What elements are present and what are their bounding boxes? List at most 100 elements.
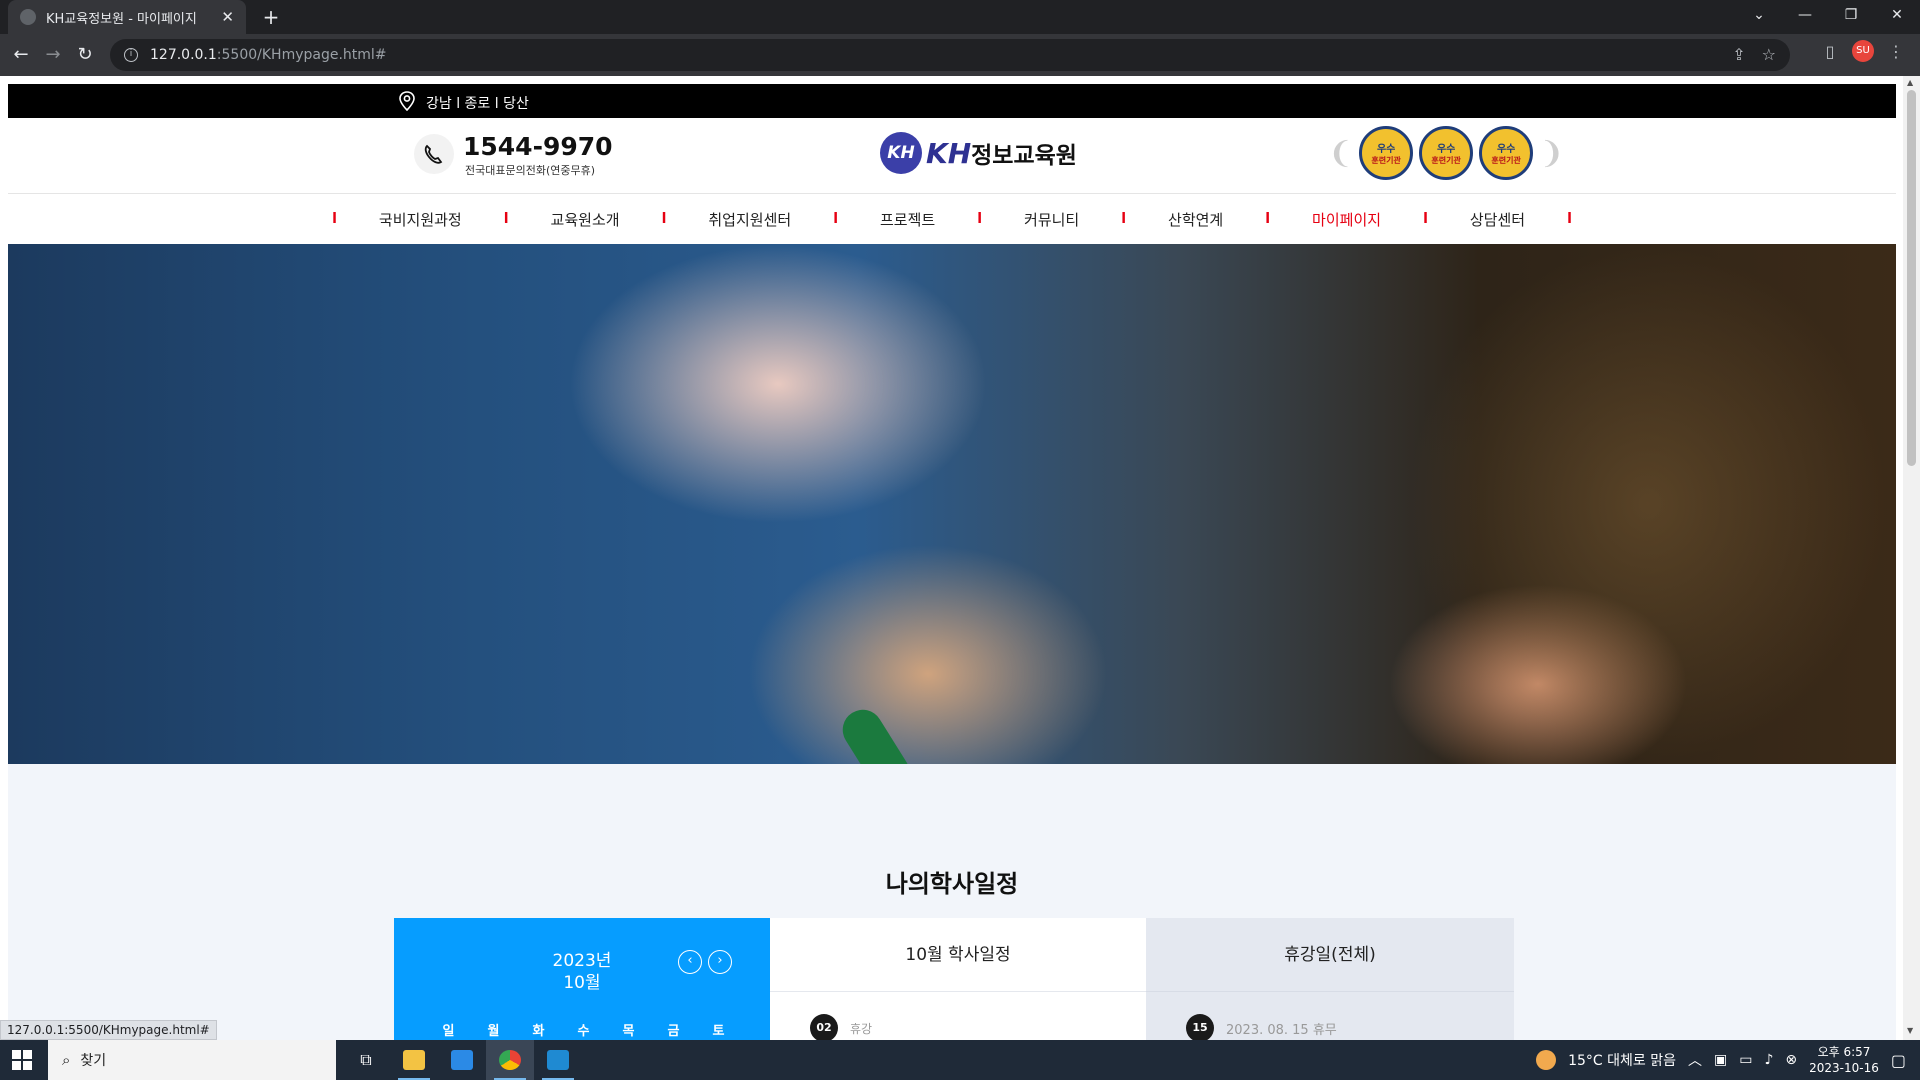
calendar-prev-icon[interactable]: ‹ (678, 950, 702, 974)
calendar-weekdays: 일 월 화 수 목 금 토 (426, 1020, 741, 1039)
weather-text[interactable]: 15°C 대체로 맑음 (1568, 1050, 1676, 1070)
nav-separator: l (1567, 211, 1572, 227)
file-explorer-button[interactable] (390, 1040, 438, 1080)
close-window-button[interactable]: ✕ (1874, 0, 1920, 34)
meet-now-icon[interactable]: ▣ (1714, 1052, 1727, 1068)
browser-tab-strip: KH교육정보원 - 마이페이지 ✕ + ⌄ — ❐ ✕ (0, 0, 1920, 34)
weather-moon-icon[interactable] (1536, 1050, 1557, 1070)
hero-shape (568, 244, 988, 524)
site-info-icon[interactable]: i (124, 48, 138, 62)
menu-kebab-icon[interactable]: ⋮ (1886, 42, 1906, 61)
start-tile (23, 1050, 32, 1059)
restore-button[interactable]: ❐ (1828, 0, 1874, 34)
academic-schedule-panel: 10월 학사일정 02 휴강 (770, 918, 1146, 1040)
vpn-off-icon[interactable]: ⊗ (1785, 1052, 1797, 1068)
volume-icon[interactable]: ♪ (1764, 1052, 1773, 1068)
clock-date: 2023-10-16 (1809, 1061, 1879, 1075)
badge-label: 우수 (1376, 144, 1396, 155)
holiday-panel: 휴강일(전체) 15 2023. 08. 15 휴무 (1146, 918, 1514, 1040)
award-badge: 우수 훈련기관 (1479, 126, 1534, 180)
nav-item-national-courses[interactable]: 국비지원과정 (337, 209, 504, 230)
nav-item-consulting[interactable]: 상담센터 (1428, 209, 1567, 230)
windows-start-icon[interactable] (12, 1050, 32, 1070)
campus-locations[interactable]: 강남 l 종로 l 당산 (426, 93, 529, 113)
holiday-day-badge: 15 (1186, 1014, 1214, 1040)
clock-time: 오후 6:57 (1817, 1045, 1871, 1059)
phone-subtitle: 전국대표문의전화(연중무휴) (465, 164, 596, 177)
address-bar[interactable]: i 127.0.0.1:5500/KHmypage.html# ⇪ ☆ (110, 39, 1790, 71)
schedule-day-badge: 02 (810, 1014, 838, 1040)
vscode-icon (547, 1050, 569, 1070)
site-logo[interactable]: KH KH 정보교육원 (880, 132, 1077, 174)
weekday-label: 일 (442, 1024, 455, 1039)
task-view-button[interactable]: ⧉ (342, 1040, 390, 1080)
windows-taskbar: ⌕ 찾기 ⧉ 15°C 대체로 맑음 ︿ ▣ ▭ ♪ ⊗ 오후 6:57 202… (0, 1040, 1920, 1080)
url-text[interactable]: 127.0.0.1:5500/KHmypage.html# (150, 47, 387, 63)
vscode-button[interactable] (534, 1040, 582, 1080)
search-icon: ⌕ (62, 1051, 71, 1069)
logo-name-text: 정보교육원 (971, 143, 1077, 169)
badge-sublabel: 훈련기관 (1431, 156, 1461, 165)
tab-close-icon[interactable]: ✕ (221, 8, 234, 26)
nav-item-community[interactable]: 커뮤니티 (982, 209, 1121, 230)
main-navigation: l 국비지원과정 l 교육원소개 l 취업지원센터 l 프로젝트 l 커뮤니티 … (8, 194, 1896, 244)
tab-title: KH교육정보원 - 마이페이지 (46, 11, 197, 27)
nav-item-career-center[interactable]: 취업지원센터 (666, 209, 833, 230)
window-controls: ⌄ — ❐ ✕ (1736, 0, 1920, 34)
weekday-label: 금 (667, 1024, 680, 1039)
toolbar-right: ▯ SU ⋮ (1820, 40, 1920, 62)
taskbar-search[interactable]: ⌕ 찾기 (48, 1040, 336, 1080)
profile-avatar[interactable]: SU (1852, 40, 1874, 62)
list-item[interactable]: 15 2023. 08. 15 휴무 (1186, 1014, 1337, 1040)
logo-kh-text: KH (926, 136, 972, 170)
calendar-month: 10월 (563, 973, 601, 993)
scroll-down-icon[interactable]: ▼ (1907, 1026, 1913, 1035)
badge-sublabel: 훈련기관 (1371, 156, 1401, 165)
page-scrollbar[interactable]: ▲ ▼ (1903, 76, 1920, 1040)
tab-search-chevron-icon[interactable]: ⌄ (1736, 0, 1782, 34)
store-button[interactable] (438, 1040, 486, 1080)
calendar-next-icon[interactable]: › (708, 950, 732, 974)
award-badge: 우수 훈련기관 (1419, 126, 1474, 180)
reload-button[interactable]: ↻ (72, 42, 98, 68)
nav-item-industry[interactable]: 산학연계 (1126, 209, 1265, 230)
network-icon[interactable]: ▭ (1739, 1052, 1752, 1068)
back-button[interactable]: ← (8, 42, 34, 68)
scroll-thumb[interactable] (1907, 90, 1916, 466)
taskbar-clock[interactable]: 오후 6:57 2023-10-16 (1809, 1044, 1879, 1076)
bookmark-star-icon[interactable]: ☆ (1762, 45, 1776, 64)
award-badge: 우수 훈련기관 (1359, 126, 1414, 180)
nav-item-projects[interactable]: 프로젝트 (838, 209, 977, 230)
scroll-up-icon[interactable]: ▲ (1907, 78, 1913, 87)
share-icon[interactable]: ⇪ (1732, 45, 1745, 64)
chrome-button[interactable] (486, 1040, 534, 1080)
system-tray: 15°C 대체로 맑음 ︿ ▣ ▭ ♪ ⊗ 오후 6:57 2023-10-16… (1536, 1040, 1920, 1080)
url-host: 127.0.0.1 (150, 47, 217, 63)
start-tile (23, 1061, 32, 1070)
search-placeholder: 찾기 (80, 1053, 107, 1069)
holiday-item-text: 2023. 08. 15 휴무 (1226, 1022, 1337, 1038)
award-badges: ❨ 우수 훈련기관 우수 훈련기관 우수 훈련기관 ❩ (1328, 126, 1564, 180)
store-bag-icon (451, 1050, 473, 1070)
new-tab-button[interactable]: + (258, 4, 284, 30)
side-panel-icon[interactable]: ▯ (1820, 42, 1840, 61)
minimize-button[interactable]: — (1782, 0, 1828, 34)
holiday-heading: 휴강일(전체) (1146, 918, 1514, 992)
wreath-left-icon: ❨ (1328, 135, 1354, 171)
nav-item-about[interactable]: 교육원소개 (509, 209, 662, 230)
hero-shape (1408, 244, 1888, 764)
site-root: 강남 l 종로 l 당산 1544-9970 전국대표문의전화(연중무휴) KH… (8, 84, 1896, 1040)
phone-handset-icon (424, 144, 443, 164)
forward-button[interactable]: → (40, 42, 66, 68)
tray-chevron-up-icon[interactable]: ︿ (1688, 1050, 1702, 1070)
nav-item-mypage[interactable]: 마이페이지 (1270, 209, 1423, 230)
location-pin-icon (399, 91, 415, 111)
browser-tab-active[interactable]: KH교육정보원 - 마이페이지 ✕ (8, 0, 246, 34)
status-bubble-url: 127.0.0.1:5500/KHmypage.html# (0, 1020, 217, 1040)
taskbar-apps: ⧉ (342, 1040, 582, 1080)
hero-shape (748, 544, 1108, 764)
list-item[interactable]: 02 휴강 (810, 1014, 872, 1040)
start-tile (12, 1061, 21, 1070)
browser-toolbar: ← → ↻ i 127.0.0.1:5500/KHmypage.html# ⇪ … (0, 34, 1920, 76)
notification-icon[interactable]: ▢ (1891, 1051, 1906, 1070)
